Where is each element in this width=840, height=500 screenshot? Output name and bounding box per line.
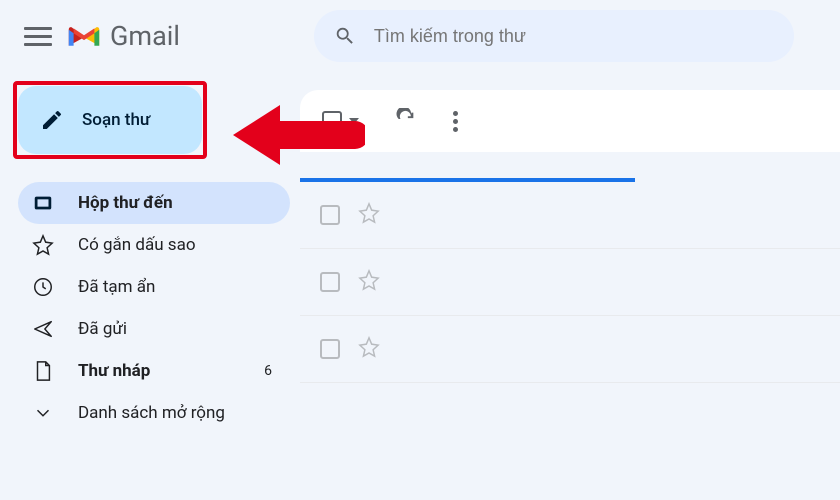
more-options-button[interactable] <box>453 111 458 132</box>
sidebar-item-label: Danh sách mở rộng <box>78 403 272 423</box>
row-checkbox[interactable] <box>320 205 340 225</box>
sidebar-item-starred[interactable]: Có gắn dấu sao <box>18 224 290 266</box>
caret-down-icon <box>349 118 359 124</box>
mail-list <box>300 178 840 383</box>
clock-icon <box>32 276 54 298</box>
compose-label: Soạn thư <box>82 110 150 130</box>
sidebar-item-more[interactable]: Danh sách mở rộng <box>18 392 290 434</box>
sidebar: Soạn thư Hộp thư đến Có gắn dấu sao Đã t… <box>0 74 300 434</box>
sidebar-item-inbox[interactable]: Hộp thư đến <box>18 182 290 224</box>
gmail-logo-icon <box>66 22 102 50</box>
inbox-icon <box>32 192 54 214</box>
star-outline-icon <box>358 202 380 224</box>
drafts-count: 6 <box>264 363 272 379</box>
sidebar-item-sent[interactable]: Đã gửi <box>18 308 290 350</box>
search-input[interactable] <box>374 26 774 47</box>
sidebar-item-label: Đã gửi <box>78 319 272 339</box>
chevron-down-icon <box>32 402 54 424</box>
star-outline-icon <box>358 269 380 291</box>
mail-toolbar <box>300 90 840 152</box>
refresh-icon <box>395 108 417 130</box>
file-icon <box>32 360 54 382</box>
send-icon <box>32 318 54 340</box>
sidebar-nav: Hộp thư đến Có gắn dấu sao Đã tạm ẩn Đã … <box>18 182 290 434</box>
row-star-button[interactable] <box>358 269 380 295</box>
header: Gmail <box>0 0 840 74</box>
compose-button[interactable]: Soạn thư <box>18 86 202 154</box>
sidebar-item-label: Hộp thư đến <box>78 193 272 213</box>
row-checkbox[interactable] <box>320 339 340 359</box>
row-checkbox[interactable] <box>320 272 340 292</box>
search-icon <box>334 25 356 47</box>
refresh-button[interactable] <box>395 108 417 134</box>
sidebar-item-snoozed[interactable]: Đã tạm ẩn <box>18 266 290 308</box>
pencil-icon <box>40 108 64 132</box>
mail-content <box>300 74 840 434</box>
search-bar[interactable] <box>314 10 794 62</box>
sidebar-item-label: Đã tạm ẩn <box>78 277 272 297</box>
star-icon <box>32 234 54 256</box>
select-all-checkbox[interactable] <box>322 111 359 131</box>
checkbox-icon <box>322 111 342 131</box>
star-outline-icon <box>358 336 380 358</box>
main-menu-icon[interactable] <box>24 22 52 50</box>
sidebar-item-label: Thư nháp <box>78 361 240 381</box>
row-star-button[interactable] <box>358 336 380 362</box>
gmail-logo[interactable]: Gmail <box>66 20 180 52</box>
app-name: Gmail <box>110 20 180 52</box>
sidebar-item-label: Có gắn dấu sao <box>78 235 272 255</box>
sidebar-item-drafts[interactable]: Thư nháp 6 <box>18 350 290 392</box>
mail-row[interactable] <box>300 316 840 383</box>
row-star-button[interactable] <box>358 202 380 228</box>
mail-row[interactable] <box>300 182 840 249</box>
mail-row[interactable] <box>300 249 840 316</box>
